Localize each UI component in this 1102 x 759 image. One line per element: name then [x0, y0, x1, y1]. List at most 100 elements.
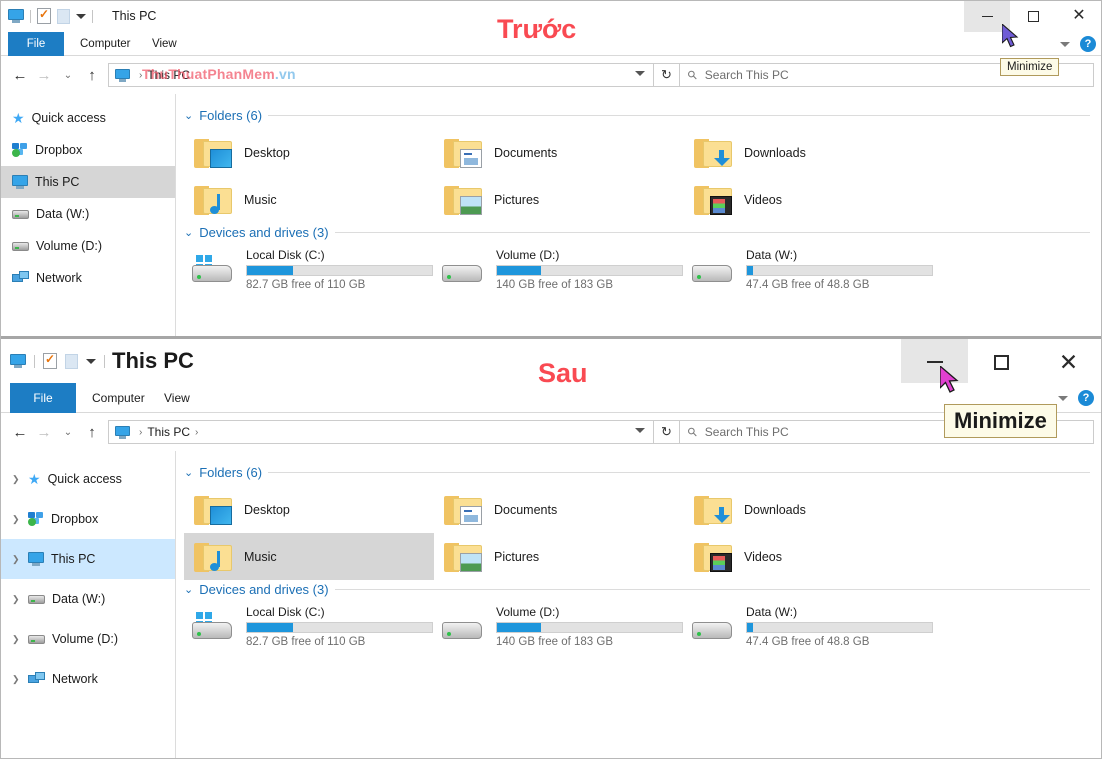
drives-group-header-after[interactable]: ⌄ Devices and drives (3) [184, 582, 1102, 597]
drive-item-volume-d[interactable]: Volume (D:) 140 GB free of 183 GB [434, 603, 684, 650]
chevron-down-icon[interactable] [76, 13, 86, 19]
pc-icon [28, 552, 44, 566]
tab-view-after[interactable]: View [152, 383, 202, 413]
expand-ribbon-icon[interactable] [1058, 395, 1068, 401]
separator [34, 354, 35, 368]
folders-group-header-before[interactable]: ⌄ Folders (6) [184, 108, 1102, 123]
sidebar-item-quick-access[interactable]: ★ Quick access [0, 102, 175, 134]
sidebar-item-data-w[interactable]: ❯ Data (W:) [0, 579, 175, 619]
new-folder-icon[interactable] [65, 353, 78, 369]
sidebar-item-label: Network [36, 271, 82, 285]
chevron-right-icon[interactable]: ❯ [12, 474, 21, 485]
quick-access-toolbar-after[interactable] [10, 339, 105, 383]
tab-file-before[interactable]: File [8, 32, 64, 56]
sidebar-item-volume-d[interactable]: Volume (D:) [0, 230, 175, 262]
folder-item-pictures[interactable]: Pictures [434, 533, 684, 580]
folder-item-documents[interactable]: Documents [434, 129, 684, 176]
chevron-down-icon[interactable]: ⌄ [184, 466, 193, 479]
folder-item-desktop[interactable]: Desktop [184, 486, 434, 533]
sidebar-item-dropbox[interactable]: Dropbox [0, 134, 175, 166]
chevron-right-icon[interactable]: ❯ [12, 674, 21, 685]
drives-group-label: Devices and drives (3) [199, 582, 329, 597]
forward-button-after[interactable]: → [32, 420, 56, 444]
chevron-down-icon[interactable]: ⌄ [184, 226, 193, 239]
folder-item-music[interactable]: Music [184, 533, 434, 580]
folder-item-pictures[interactable]: Pictures [434, 176, 684, 223]
help-icon[interactable]: ? [1078, 390, 1094, 406]
chevron-down-icon[interactable]: ⌄ [184, 583, 193, 596]
sidebar-item-this-pc[interactable]: ❯ This PC [0, 539, 175, 579]
sidebar-item-this-pc[interactable]: This PC [0, 166, 175, 198]
back-button-after[interactable]: ← [8, 420, 32, 444]
folder-item-videos[interactable]: Videos [684, 533, 934, 580]
drive-item-local-disk-c[interactable]: Local Disk (C:) 82.7 GB free of 110 GB [184, 603, 434, 650]
folders-grid-after: Desktop Documents Downloads Music Pictur… [184, 486, 1102, 580]
quick-access-toolbar-before[interactable] [8, 0, 93, 32]
close-button-after[interactable]: ✕ [1035, 339, 1102, 385]
drive-item-volume-d[interactable]: Volume (D:) 140 GB free of 183 GB [434, 246, 684, 293]
sidebar-item-volume-d[interactable]: ❯ Volume (D:) [0, 619, 175, 659]
drives-group-header-before[interactable]: ⌄ Devices and drives (3) [184, 225, 1102, 240]
folder-item-downloads[interactable]: Downloads [684, 486, 934, 533]
breadcrumb-separator: › [139, 69, 143, 81]
expand-ribbon-icon[interactable] [1060, 41, 1070, 47]
drives-grid-before: Local Disk (C:) 82.7 GB free of 110 GB V… [184, 246, 1102, 293]
sidebar-item-label: Data (W:) [36, 207, 90, 221]
refresh-button-before[interactable]: ↻ [654, 63, 680, 87]
recent-locations-icon[interactable]: ⌄ [56, 420, 80, 444]
folder-item-videos[interactable]: Videos [684, 176, 934, 223]
drive-usage-bar [746, 622, 933, 633]
address-dropdown-icon[interactable] [635, 71, 645, 76]
tab-file-after[interactable]: File [10, 383, 76, 413]
chevron-right-icon[interactable]: ❯ [12, 514, 21, 525]
drive-system-icon [190, 254, 238, 285]
folders-group-header-after[interactable]: ⌄ Folders (6) [184, 465, 1102, 480]
pc-icon [12, 175, 28, 189]
breadcrumb-this-pc-before[interactable]: This PC [147, 68, 190, 82]
drive-usage-bar [246, 265, 433, 276]
maximize-button-after[interactable] [968, 339, 1035, 385]
breadcrumb-separator: › [195, 426, 199, 438]
address-bar-before[interactable]: › This PC [108, 63, 654, 87]
tab-view-before[interactable]: View [140, 32, 189, 56]
new-folder-icon[interactable] [57, 8, 70, 24]
drive-item-data-w[interactable]: Data (W:) 47.4 GB free of 48.8 GB [684, 246, 934, 293]
folder-item-documents[interactable]: Documents [434, 486, 684, 533]
sidebar-item-network[interactable]: ❯ Network [0, 659, 175, 699]
chevron-down-icon[interactable]: ⌄ [184, 109, 193, 122]
separator [104, 354, 105, 368]
chevron-right-icon[interactable]: ❯ [12, 554, 21, 565]
address-bar-after[interactable]: › This PC › [108, 420, 654, 444]
up-button-after[interactable]: ↑ [80, 420, 104, 444]
hdd-icon [28, 634, 45, 644]
recent-locations-icon[interactable]: ⌄ [56, 63, 80, 87]
sidebar-item-network[interactable]: Network [0, 262, 175, 294]
chevron-right-icon[interactable]: ❯ [12, 634, 21, 645]
breadcrumb-this-pc-after[interactable]: This PC [147, 425, 190, 439]
folder-item-music[interactable]: Music [184, 176, 434, 223]
sidebar-item-dropbox[interactable]: ❯ Dropbox [0, 499, 175, 539]
chevron-right-icon[interactable]: ❯ [12, 594, 21, 605]
help-icon[interactable]: ? [1080, 36, 1096, 52]
sidebar-item-data-w[interactable]: Data (W:) [0, 198, 175, 230]
star-icon: ★ [12, 109, 25, 126]
tab-computer-before[interactable]: Computer [68, 32, 143, 56]
drive-item-data-w[interactable]: Data (W:) 47.4 GB free of 48.8 GB [684, 603, 934, 650]
up-button-before[interactable]: ↑ [80, 63, 104, 87]
back-button-before[interactable]: ← [8, 63, 32, 87]
refresh-button-after[interactable]: ↻ [654, 420, 680, 444]
close-button-before[interactable]: ✕ [1056, 0, 1102, 32]
drive-item-local-disk-c[interactable]: Local Disk (C:) 82.7 GB free of 110 GB [184, 246, 434, 293]
search-placeholder-after: Search This PC [704, 425, 789, 439]
folder-item-downloads[interactable]: Downloads [684, 129, 934, 176]
properties-icon[interactable] [37, 7, 51, 24]
properties-icon[interactable] [43, 352, 57, 369]
tab-computer-after[interactable]: Computer [80, 383, 157, 413]
sidebar-item-quick-access[interactable]: ❯ ★ Quick access [0, 459, 175, 499]
caption-buttons-after: ✕ [901, 339, 1102, 385]
address-dropdown-icon[interactable] [635, 428, 645, 433]
forward-button-before[interactable]: → [32, 63, 56, 87]
folder-label: Music [244, 192, 277, 207]
chevron-down-icon[interactable] [86, 358, 96, 364]
folder-item-desktop[interactable]: Desktop [184, 129, 434, 176]
